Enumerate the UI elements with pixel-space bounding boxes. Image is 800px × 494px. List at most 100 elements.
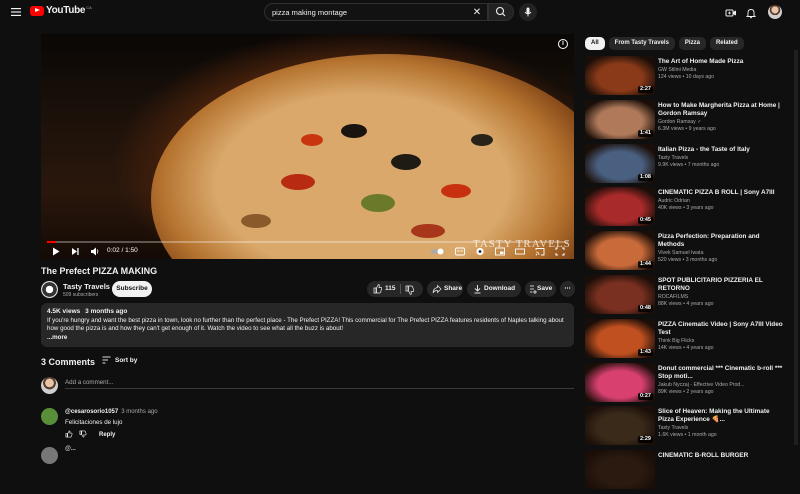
video-duration: 2:29 (637, 436, 653, 444)
add-comment-input[interactable]: Add a comment... (65, 379, 114, 386)
channel-name[interactable]: GW Stilini Media (658, 67, 786, 73)
recommended-video[interactable]: 1:43 PIZZA Cinematic Video | Sony A7III V… (585, 318, 790, 362)
video-info: Pizza Perfection: Preparation and Method… (658, 233, 786, 263)
share-label: Share (444, 285, 463, 292)
view-count: 14K views (658, 344, 682, 351)
video-player[interactable]: i TASTY TRAVELS 0:02 / 1:50 (41, 34, 574, 259)
video-title[interactable]: The Art of Home Made Pizza (658, 58, 786, 66)
upload-age: 3 months ago (685, 257, 718, 264)
download-button[interactable]: Download (467, 281, 521, 297)
captions-icon[interactable] (455, 246, 465, 257)
recommended-video[interactable]: 0:45 CINEMATIC PIZZA B ROLL | Sony A7III A… (585, 187, 790, 230)
upload-age: 10 days ago (685, 74, 715, 80)
channel-name[interactable]: Gordon Ramsay ✓ (658, 119, 786, 125)
video-title[interactable]: PIZZA Cinematic Video | Sony A7III Video… (658, 321, 786, 337)
video-title[interactable]: CINEMATIC PIZZA B ROLL | Sony A7III (658, 189, 786, 197)
recommended-video[interactable]: 0:48 SPOT PUBLICITARIO PIZZERIA EL RETORN… (585, 274, 790, 318)
volume-icon[interactable] (90, 246, 100, 257)
recommended-video[interactable]: 1:08 Italian Pizza - the Taste of Italy Ta… (585, 143, 790, 187)
video-info: SPOT PUBLICITARIO PIZZERIA EL RETORNO ROC… (658, 277, 786, 307)
video-title[interactable]: Pizza Perfection: Preparation and Method… (658, 233, 786, 249)
next-video-icon[interactable] (70, 246, 80, 257)
video-thumbnail[interactable]: 1:08 (585, 143, 655, 183)
like-count[interactable]: 115 (385, 281, 396, 297)
channel-name[interactable]: Tasty Travels (658, 155, 786, 161)
video-thumbnail[interactable]: 2:29 (585, 406, 655, 446)
youtube-logo[interactable]: YouTube CA (30, 5, 92, 16)
upload-age: 4 years ago (686, 344, 714, 351)
channel-name[interactable]: ROCAFILMS (658, 294, 786, 300)
chip-from-channel[interactable]: From Tasty Travels (608, 37, 675, 50)
chip-related[interactable]: Related (709, 37, 744, 50)
chip-pizza[interactable]: Pizza (678, 37, 706, 50)
video-thumbnail[interactable]: 0:48 (585, 274, 655, 314)
info-icon[interactable]: i (558, 39, 568, 49)
channel-name[interactable]: Audric Odrian (658, 198, 786, 204)
channel-name[interactable]: Tasty Travels (63, 282, 110, 291)
theater-mode-icon[interactable] (515, 246, 525, 257)
page-scrollbar[interactable] (794, 50, 798, 445)
show-more-link[interactable]: ...more (47, 334, 568, 341)
video-thumbnail[interactable]: 2:27 (585, 56, 655, 95)
video-duration: 1:08 (637, 173, 653, 181)
video-thumbnail[interactable]: 1:43 (585, 318, 655, 358)
video-thumbnail[interactable]: 0:45 (585, 187, 655, 227)
play-icon[interactable] (51, 246, 61, 257)
channel-name[interactable]: Tasty Travels (658, 425, 786, 431)
progress-bar[interactable] (47, 241, 568, 243)
comment-author[interactable]: @... (65, 446, 76, 452)
dislike-icon[interactable] (405, 281, 415, 304)
video-thumbnail[interactable]: 1:41 (585, 99, 655, 139)
video-title[interactable]: SPOT PUBLICITARIO PIZZERIA EL RETORNO (658, 277, 786, 293)
miniplayer-icon[interactable] (495, 246, 505, 257)
search-input[interactable]: pizza making montage (272, 8, 471, 17)
settings-gear-icon[interactable] (475, 246, 485, 257)
recommended-video[interactable]: 2:27 The Art of Home Made Pizza GW Stilini… (585, 56, 790, 99)
comment-author-handle[interactable]: @cesarosorio1057 (65, 409, 118, 415)
video-title[interactable]: Slice of Heaven: Making the Ultimate Piz… (658, 408, 786, 424)
recommended-video[interactable]: 2:29 Slice of Heaven: Making the Ultimate… (585, 406, 790, 449)
video-thumbnail[interactable] (585, 450, 655, 490)
channel-name[interactable]: Vivek Samuel Iwata (658, 250, 786, 256)
comment-time: 3 months ago (121, 409, 158, 415)
video-title[interactable]: Italian Pizza - the Taste of Italy (658, 146, 786, 154)
recommended-video[interactable]: 1:44 Pizza Perfection: Preparation and Me… (585, 231, 790, 274)
more-actions-icon[interactable]: ⋯ (560, 281, 575, 297)
video-info: The Art of Home Made Pizza GW Stilini Med… (658, 58, 786, 80)
search-button[interactable] (488, 3, 514, 21)
subscribe-button[interactable]: Subscribe (112, 281, 152, 297)
channel-name[interactable]: Jakub Nyczaj - Effective Video Prod... (658, 382, 786, 388)
search-box[interactable]: pizza making montage ✕ (264, 3, 488, 21)
share-button[interactable]: Share (427, 281, 463, 297)
video-thumbnail[interactable]: 1:44 (585, 231, 655, 271)
clear-search-icon[interactable]: ✕ (471, 7, 483, 18)
save-button[interactable]: Save (525, 281, 556, 297)
voice-search-button[interactable] (519, 3, 537, 21)
autoplay-toggle[interactable] (430, 246, 445, 257)
description-box[interactable]: 4.5K views 3 months ago If you're hungry… (41, 303, 574, 347)
create-video-icon[interactable] (725, 6, 737, 18)
reply-button[interactable]: Reply (99, 432, 115, 438)
account-avatar[interactable] (768, 5, 782, 19)
video-title[interactable]: Donut commercial *** Cinematic b-roll **… (658, 365, 786, 381)
comment-author[interactable]: @cesarosorio1057 3 months ago (65, 409, 158, 415)
channel-name[interactable]: Think Big Flicks (658, 338, 786, 344)
video-duration: 1:43 (637, 348, 653, 356)
video-title[interactable]: How to Make Margherita Pizza at Home | G… (658, 102, 786, 118)
hamburger-menu-icon[interactable] (10, 6, 22, 18)
video-title[interactable]: CINEMATIC B-ROLL BURGER (658, 452, 786, 460)
recommended-video[interactable]: 1:41 How to Make Margherita Pizza at Home… (585, 99, 790, 143)
sort-comments-button[interactable]: Sort by (102, 356, 137, 364)
fullscreen-icon[interactable] (555, 246, 565, 257)
recommended-video[interactable]: 0:27 Donut commercial *** Cinematic b-rol… (585, 362, 790, 406)
recommended-video[interactable]: CINEMATIC B-ROLL BURGER (585, 450, 790, 493)
chip-all[interactable]: All (585, 37, 605, 50)
comment-like-icon[interactable] (65, 430, 73, 440)
cast-icon[interactable] (535, 246, 545, 257)
like-icon[interactable] (373, 281, 383, 304)
channel-avatar[interactable] (41, 281, 58, 298)
notifications-bell-icon[interactable] (745, 6, 757, 19)
comment-dislike-icon[interactable] (79, 430, 87, 440)
commenter-avatar[interactable] (41, 408, 58, 425)
video-thumbnail[interactable]: 0:27 (585, 362, 655, 402)
